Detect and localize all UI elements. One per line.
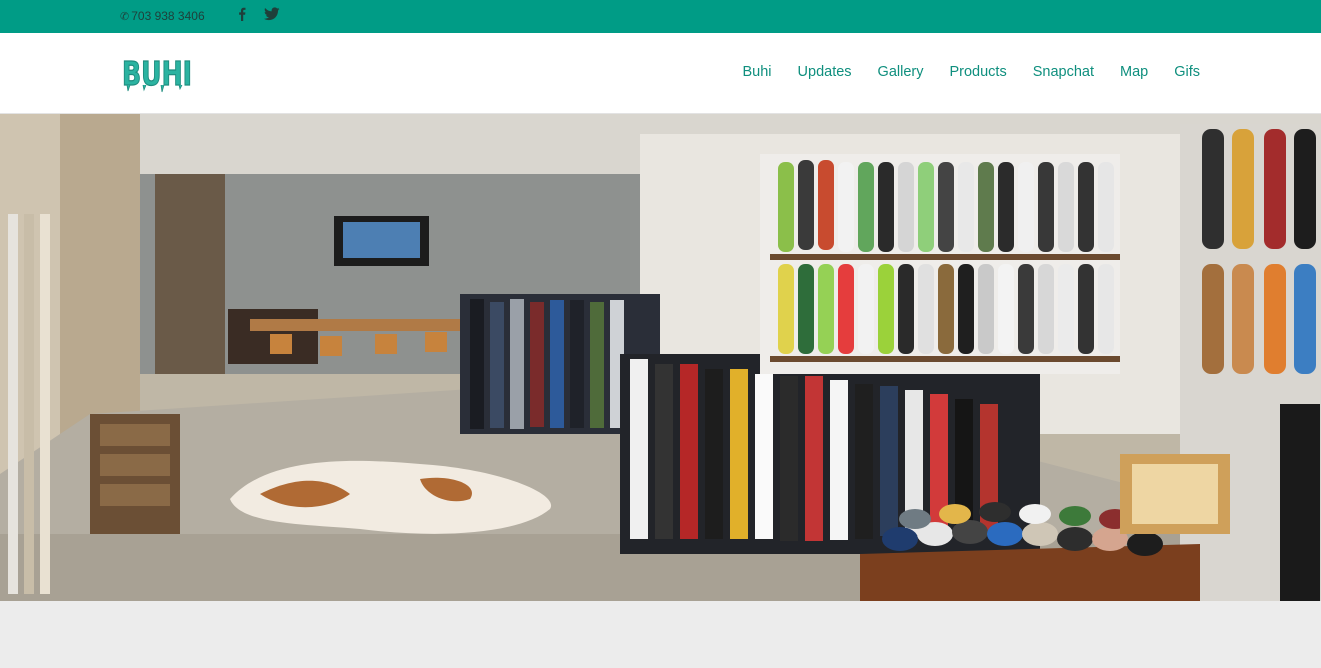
facebook-icon[interactable]	[236, 7, 248, 21]
nav-item-map[interactable]: Map	[1120, 64, 1148, 80]
logo-text: BUHI	[122, 54, 192, 93]
hero-image	[0, 114, 1321, 601]
site-logo[interactable]: BUHI	[121, 51, 195, 93]
nav-item-gifs[interactable]: Gifs	[1174, 64, 1200, 80]
nav-item-buhi[interactable]: Buhi	[743, 64, 772, 80]
phone-contact[interactable]: ✆ 703 938 3406	[120, 9, 205, 23]
logo-graphic: BUHI	[121, 53, 192, 93]
store-interior-photo	[0, 114, 1321, 601]
site-header: BUHI Buhi Updates Gallery Products Snapc…	[0, 33, 1321, 114]
phone-number[interactable]: 703 938 3406	[131, 9, 204, 23]
page-background	[0, 601, 1321, 668]
nav-item-gallery[interactable]: Gallery	[878, 64, 924, 80]
nav-item-updates[interactable]: Updates	[798, 64, 852, 80]
nav-item-snapchat[interactable]: Snapchat	[1033, 64, 1094, 80]
main-nav: Buhi Updates Gallery Products Snapchat M…	[743, 64, 1201, 80]
nav-item-products[interactable]: Products	[949, 64, 1006, 80]
phone-icon: ✆	[120, 10, 130, 23]
top-bar: ✆ 703 938 3406	[0, 0, 1321, 33]
twitter-icon[interactable]	[264, 7, 280, 21]
